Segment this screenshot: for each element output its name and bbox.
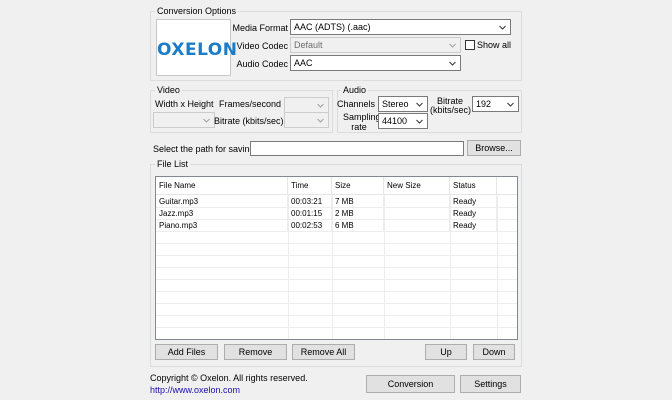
show-all-checkbox[interactable] bbox=[465, 40, 475, 50]
channels-select[interactable]: Stereo bbox=[378, 96, 428, 112]
conversion-button[interactable]: Conversion bbox=[366, 375, 455, 393]
remove-all-button[interactable]: Remove All bbox=[292, 344, 355, 360]
video-bitrate-label: Bitrate (kbits/sec) bbox=[214, 116, 284, 126]
column-divider bbox=[450, 195, 451, 339]
frames-select[interactable] bbox=[284, 97, 329, 113]
cell-file-name: Piano.mp3 bbox=[156, 220, 288, 232]
channels-value: Stereo bbox=[382, 99, 409, 109]
cell-new-size bbox=[384, 196, 450, 208]
logo-text: OXELON bbox=[157, 40, 238, 60]
audio-group-title: Audio bbox=[341, 85, 369, 95]
media-format-label: Media Format bbox=[232, 23, 288, 33]
cell-file-name: Jazz.mp3 bbox=[156, 208, 288, 220]
cell-size: 6 MB bbox=[332, 220, 384, 232]
empty-row bbox=[156, 316, 517, 328]
chevron-down-icon bbox=[416, 102, 423, 107]
show-all-label: Show all bbox=[477, 40, 512, 50]
settings-button[interactable]: Settings bbox=[460, 375, 521, 393]
empty-row bbox=[156, 304, 517, 316]
video-codec-value: Default bbox=[294, 40, 323, 50]
column-header-time[interactable]: Time bbox=[288, 177, 332, 195]
cell-file-name: Guitar.mp3 bbox=[156, 196, 288, 208]
channels-label: Channels bbox=[336, 99, 375, 109]
save-path-label: Select the path for saving: bbox=[153, 144, 258, 154]
video-codec-select[interactable]: Default bbox=[290, 37, 461, 53]
audio-bitrate-label-line2: (kbits/sec) bbox=[430, 105, 472, 115]
column-header-new-size[interactable]: New Size bbox=[384, 177, 450, 195]
width-height-label: Width x Height bbox=[155, 99, 214, 109]
column-header-status[interactable]: Status bbox=[450, 177, 497, 195]
video-codec-label: Video Codec bbox=[236, 41, 288, 51]
cell-size: 2 MB bbox=[332, 208, 384, 220]
media-format-select[interactable]: AAC (ADTS) (.aac) bbox=[290, 19, 511, 35]
copyright-text: Copyright © Oxelon. All rights reserved. bbox=[150, 373, 308, 383]
down-button[interactable]: Down bbox=[473, 344, 515, 360]
empty-row bbox=[156, 292, 517, 304]
sampling-rate-value: 44100 bbox=[382, 116, 408, 126]
website-link[interactable]: http://www.oxelon.com bbox=[150, 385, 240, 395]
chevron-down-icon bbox=[499, 25, 506, 30]
column-header-file-name[interactable]: File Name bbox=[156, 177, 288, 195]
up-button[interactable]: Up bbox=[425, 344, 467, 360]
empty-row bbox=[156, 256, 517, 268]
cell-status: Ready bbox=[450, 196, 497, 208]
empty-row bbox=[156, 232, 517, 244]
cell-status: Ready bbox=[450, 220, 497, 232]
column-divider bbox=[332, 195, 333, 339]
cell-time: 00:01:15 bbox=[288, 208, 332, 220]
video-group-title: Video bbox=[155, 85, 182, 95]
table-row[interactable]: Jazz.mp3 00:01:15 2 MB Ready bbox=[156, 208, 517, 220]
width-height-select[interactable] bbox=[153, 112, 215, 128]
cell-time: 00:02:53 bbox=[288, 220, 332, 232]
chevron-down-icon bbox=[449, 43, 456, 48]
audio-bitrate-value: 192 bbox=[476, 99, 492, 109]
column-divider bbox=[384, 195, 385, 339]
cell-status: Ready bbox=[450, 208, 497, 220]
save-path-input[interactable] bbox=[250, 141, 464, 156]
add-files-button[interactable]: Add Files bbox=[155, 344, 218, 360]
column-divider bbox=[497, 195, 498, 339]
conversion-options-title: Conversion Options bbox=[155, 6, 239, 16]
cell-new-size bbox=[384, 208, 450, 220]
empty-row bbox=[156, 268, 517, 280]
chevron-down-icon bbox=[416, 119, 423, 124]
chevron-down-icon bbox=[449, 61, 456, 66]
file-list-table[interactable]: File Name Time Size New Size Status Guit… bbox=[155, 176, 518, 340]
chevron-down-icon bbox=[317, 103, 324, 108]
empty-row bbox=[156, 280, 517, 292]
audio-codec-label: Audio Codec bbox=[236, 59, 288, 69]
frames-label: Frames/second bbox=[218, 99, 281, 109]
chevron-down-icon bbox=[317, 118, 324, 123]
audio-bitrate-select[interactable]: 192 bbox=[472, 96, 519, 112]
file-list-title: File List bbox=[155, 159, 191, 169]
website-link-wrap: http://www.oxelon.com bbox=[150, 385, 240, 396]
column-divider bbox=[288, 195, 289, 339]
video-bitrate-select[interactable] bbox=[284, 112, 329, 128]
chevron-down-icon bbox=[203, 118, 210, 123]
column-header-size[interactable]: Size bbox=[332, 177, 384, 195]
media-format-value: AAC (ADTS) (.aac) bbox=[294, 22, 371, 32]
audio-codec-select[interactable]: AAC bbox=[290, 55, 461, 71]
remove-button[interactable]: Remove bbox=[224, 344, 287, 360]
table-row[interactable]: Piano.mp3 00:02:53 6 MB Ready bbox=[156, 220, 517, 232]
cell-time: 00:03:21 bbox=[288, 196, 332, 208]
empty-row bbox=[156, 244, 517, 256]
sampling-rate-label-line2: rate bbox=[351, 122, 367, 132]
cell-size: 7 MB bbox=[332, 196, 384, 208]
file-list-header: File Name Time Size New Size Status bbox=[156, 177, 517, 195]
chevron-down-icon bbox=[507, 102, 514, 107]
browse-button[interactable]: Browse... bbox=[467, 140, 521, 156]
cell-new-size bbox=[384, 220, 450, 232]
sampling-rate-select[interactable]: 44100 bbox=[378, 113, 428, 129]
table-row[interactable]: Guitar.mp3 00:03:21 7 MB Ready bbox=[156, 196, 517, 208]
audio-codec-value: AAC bbox=[294, 58, 313, 68]
empty-row bbox=[156, 328, 517, 339]
oxelon-logo: OXELON bbox=[156, 19, 238, 76]
